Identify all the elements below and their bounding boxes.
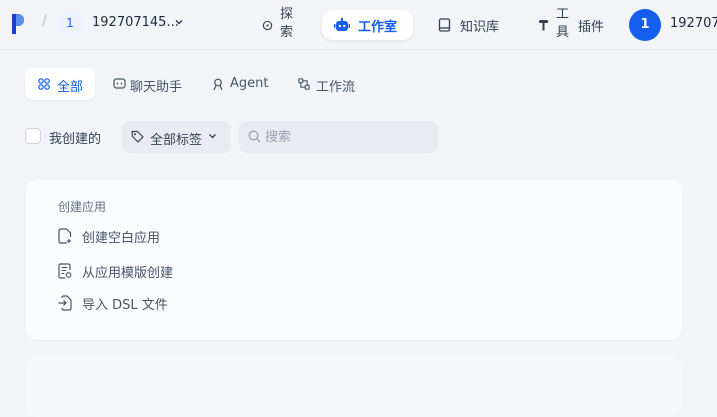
nav-tools[interactable]: 工具 插件 (538, 7, 612, 40)
file-plus-icon (58, 228, 72, 244)
agent-icon (213, 78, 223, 91)
import-dsl-label: 导入 DSL 文件 (82, 298, 168, 313)
nav-plugins-label[interactable]: 插件 (578, 16, 604, 35)
app-card-placeholder (25, 357, 682, 417)
chevron-down-icon[interactable] (174, 17, 184, 27)
create-blank-app-label: 创建空白应用 (82, 231, 161, 246)
top-navigation-bar: / 1 192707145... 探索 工作室 知识库 工具 插件 1 1927… (0, 0, 717, 50)
chat-bubble-icon (113, 78, 126, 89)
created-by-me-label[interactable]: 我创建的 (49, 128, 101, 147)
chevron-down-icon (209, 134, 216, 139)
tab-agent[interactable]: Agent (212, 68, 278, 100)
create-app-title: 创建应用 (58, 200, 107, 214)
nav-knowledge[interactable]: 知识库 (438, 10, 508, 40)
nav-explore[interactable]: 探索 (262, 7, 312, 40)
dify-logo[interactable] (12, 14, 24, 34)
workspace-badge[interactable]: 1 (58, 11, 82, 35)
tab-chat-label: 聊天助手 (130, 80, 183, 95)
breadcrumb-separator: / (42, 13, 47, 29)
nav-studio[interactable]: 工作室 (322, 10, 413, 40)
nav-tools-label: 工具 (556, 7, 570, 40)
nav-studio-label: 工作室 (358, 20, 398, 35)
tab-workflow-label: 工作流 (316, 80, 356, 95)
file-import-icon (58, 295, 72, 311)
search-box[interactable] (239, 121, 438, 153)
tag-filter-dropdown[interactable]: 全部标签 (122, 121, 231, 153)
create-from-template-label: 从应用模版创建 (82, 266, 174, 281)
file-template-icon (58, 263, 72, 279)
robot-icon (334, 18, 350, 31)
compass-icon (262, 20, 273, 31)
grid-icon (38, 78, 50, 90)
created-by-me-checkbox[interactable] (25, 128, 41, 144)
nav-knowledge-label: 知识库 (460, 20, 500, 35)
avatar[interactable]: 1 (629, 9, 661, 41)
workflow-icon (298, 78, 310, 90)
tab-all-label: 全部 (57, 80, 84, 95)
user-name[interactable]: 192707 (670, 16, 717, 31)
tag-icon (131, 130, 144, 143)
tag-filter-label: 全部标签 (150, 133, 203, 148)
hammer-icon (539, 20, 548, 31)
book-icon (438, 18, 451, 32)
tab-all[interactable]: 全部 (25, 68, 95, 100)
nav-explore-label: 探索 (280, 7, 294, 40)
tab-workflow[interactable]: 工作流 (298, 68, 368, 100)
search-input[interactable] (265, 127, 430, 147)
tab-chat-assistant[interactable]: 聊天助手 (113, 68, 193, 100)
create-app-card: 创建应用 创建空白应用 从应用模版创建 导入 DSL 文件 (25, 180, 682, 340)
search-icon (248, 130, 261, 143)
workspace-selector[interactable]: 192707145... (92, 15, 179, 30)
tab-agent-label: Agent (230, 76, 269, 91)
